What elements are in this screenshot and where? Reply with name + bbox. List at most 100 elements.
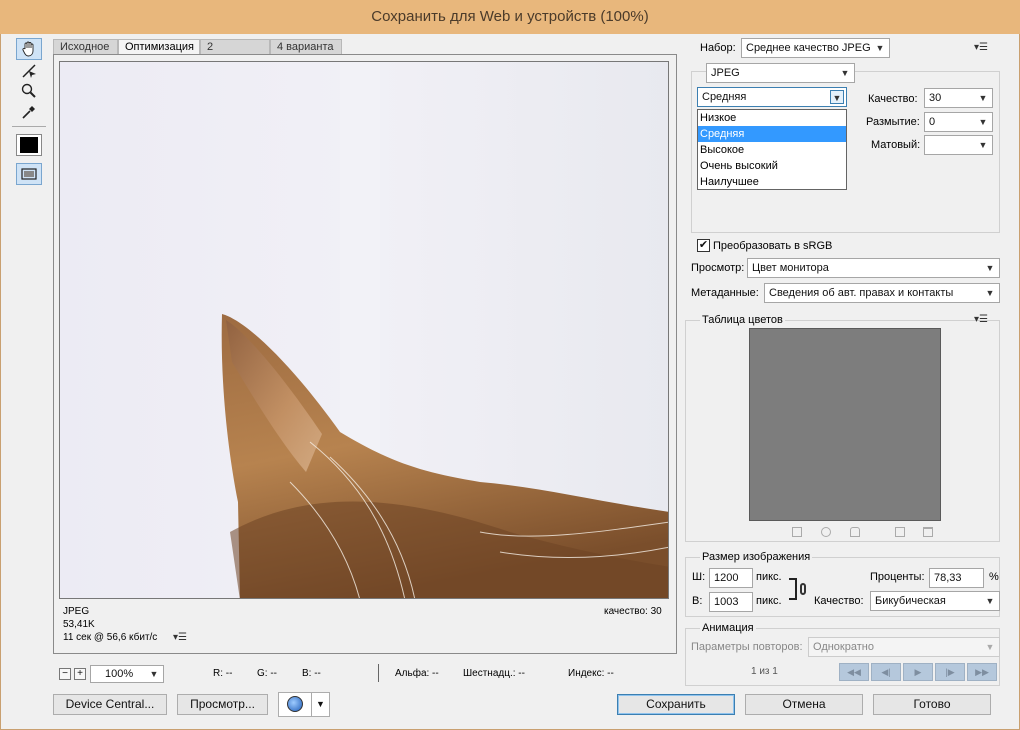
loop-label: Параметры повторов: bbox=[691, 641, 803, 653]
percent-label: Проценты: bbox=[870, 571, 925, 583]
preview-mode-label: Просмотр: bbox=[691, 262, 745, 274]
eyedropper-tool-icon[interactable] bbox=[16, 101, 42, 123]
browser-globe-icon bbox=[287, 696, 303, 712]
width-label: Ш: bbox=[692, 571, 706, 583]
web-shift-icon[interactable] bbox=[821, 527, 831, 537]
tab-2-up[interactable]: 2 варианта bbox=[200, 39, 270, 67]
chevron-down-icon: ▼ bbox=[985, 596, 995, 606]
quality-level-value: Средняя bbox=[702, 91, 747, 103]
window-title: Сохранить для Web и устройств (100%) bbox=[371, 8, 649, 25]
slice-select-tool-icon[interactable] bbox=[16, 60, 42, 82]
preset-select[interactable]: Среднее качество JPEG ▼ bbox=[741, 38, 890, 58]
cancel-button[interactable]: Отмена bbox=[745, 694, 863, 715]
lock-color-icon[interactable] bbox=[850, 527, 860, 537]
loop-value: Однократно bbox=[813, 641, 874, 653]
readout-r: R: -- bbox=[213, 668, 233, 679]
height-unit: пикс. bbox=[756, 595, 782, 607]
new-color-icon[interactable] bbox=[895, 527, 905, 537]
preview-quality: качество: 30 bbox=[604, 606, 662, 617]
image-preview[interactable] bbox=[59, 61, 669, 599]
optimize-menu-icon[interactable]: ▾☰ bbox=[974, 42, 988, 53]
hand-tool-icon[interactable] bbox=[16, 38, 42, 60]
play-button[interactable]: ▶ bbox=[903, 663, 933, 681]
toggle-slices-icon[interactable] bbox=[16, 163, 42, 185]
chevron-down-icon: ▼ bbox=[985, 642, 995, 652]
width-input[interactable]: 1200 bbox=[709, 568, 753, 588]
option-medium[interactable]: Средняя bbox=[698, 126, 846, 142]
option-low[interactable]: Низкое bbox=[698, 110, 846, 126]
preview-mode-value: Цвет монитора bbox=[752, 262, 829, 274]
eyedropper-color-swatch[interactable] bbox=[16, 134, 42, 156]
image-size-title: Размер изображения bbox=[700, 551, 813, 563]
next-frame-button[interactable]: |▶ bbox=[935, 663, 965, 681]
readout-g: G: -- bbox=[257, 668, 277, 679]
blur-label: Размытие: bbox=[866, 116, 920, 128]
first-frame-button[interactable]: ◀◀ bbox=[839, 663, 869, 681]
resample-select[interactable]: Бикубическая ▼ bbox=[870, 591, 1000, 611]
percent-unit: % bbox=[989, 571, 999, 583]
readout-hex: Шестнадц.: -- bbox=[463, 668, 525, 679]
preview-download-time: 11 сек @ 56,6 кбит/с bbox=[63, 632, 158, 643]
quality-level-select[interactable]: Средняя ▼ bbox=[697, 87, 847, 107]
preview-format: JPEG bbox=[63, 606, 90, 617]
zoom-value: 100% bbox=[105, 668, 134, 680]
chevron-down-icon: ▼ bbox=[978, 140, 988, 150]
quality-input[interactable]: 30 ▼ bbox=[924, 88, 993, 108]
last-frame-button[interactable]: ▶▶ bbox=[967, 663, 997, 681]
percent-input[interactable]: 78,33 bbox=[929, 568, 984, 588]
chevron-down-icon: ▼ bbox=[830, 90, 844, 104]
preview-filesize: 53,41K bbox=[63, 619, 95, 630]
srgb-checkbox[interactable]: ✔ bbox=[697, 239, 710, 252]
height-input[interactable]: 1003 bbox=[709, 592, 753, 612]
color-swatch-black bbox=[20, 137, 38, 153]
preview-mode-select[interactable]: Цвет монитора ▼ bbox=[747, 258, 1000, 278]
color-table-menu-icon[interactable]: ▾☰ bbox=[974, 314, 988, 325]
animation-title: Анимация bbox=[700, 622, 756, 634]
chevron-down-icon: ▼ bbox=[149, 669, 159, 679]
blur-input[interactable]: 0 ▼ bbox=[924, 112, 993, 132]
chevron-down-icon: ▼ bbox=[875, 43, 885, 53]
save-button[interactable]: Сохранить bbox=[617, 694, 735, 715]
zoom-out-button[interactable]: − bbox=[59, 668, 71, 680]
readout-alpha: Альфа: -- bbox=[395, 668, 439, 679]
option-high[interactable]: Высокое bbox=[698, 142, 846, 158]
prev-frame-button[interactable]: ◀| bbox=[871, 663, 901, 681]
blur-value: 0 bbox=[929, 116, 936, 128]
chevron-down-icon: ▼ bbox=[311, 693, 329, 716]
tab-4-up[interactable]: 4 варианта bbox=[270, 39, 342, 54]
browser-preview-button[interactable]: ▼ bbox=[278, 692, 330, 717]
chevron-down-icon: ▼ bbox=[978, 93, 988, 103]
link-bracket bbox=[789, 578, 797, 600]
chevron-down-icon: ▼ bbox=[978, 117, 988, 127]
quality-label: Качество: bbox=[868, 93, 918, 105]
constrain-link-icon[interactable] bbox=[800, 583, 806, 595]
delete-color-icon[interactable] bbox=[923, 527, 933, 537]
option-very-high[interactable]: Очень высокий bbox=[698, 158, 846, 174]
format-select[interactable]: JPEG ▼ bbox=[706, 63, 855, 83]
preset-label: Набор: bbox=[700, 42, 736, 54]
zoom-in-button[interactable]: + bbox=[74, 668, 86, 680]
title-bar: Сохранить для Web и устройств (100%) bbox=[0, 0, 1020, 34]
tab-optimized[interactable]: Оптимизация bbox=[118, 39, 200, 54]
zoom-select[interactable]: 100% ▼ bbox=[90, 665, 164, 683]
map-transparent-icon[interactable] bbox=[792, 527, 802, 537]
preview-menu-icon[interactable]: ▾☰ bbox=[173, 632, 187, 643]
metadata-select[interactable]: Сведения об авт. правах и контакты ▼ bbox=[764, 283, 1000, 303]
matte-select[interactable]: ▼ bbox=[924, 135, 993, 155]
height-label: В: bbox=[692, 595, 703, 607]
preview-button[interactable]: Просмотр... bbox=[177, 694, 268, 715]
option-maximum[interactable]: Наилучшее bbox=[698, 174, 846, 190]
zoom-tool-icon[interactable] bbox=[16, 80, 42, 102]
loop-select[interactable]: Однократно ▼ bbox=[808, 637, 1000, 657]
frame-counter: 1 из 1 bbox=[751, 666, 778, 677]
cat-ear-image bbox=[60, 62, 668, 598]
quality-value: 30 bbox=[929, 92, 942, 104]
color-table-swatches[interactable] bbox=[749, 328, 941, 521]
tab-original[interactable]: Исходное bbox=[53, 39, 118, 54]
device-central-button[interactable]: Device Central... bbox=[53, 694, 167, 715]
width-value: 1200 bbox=[714, 572, 739, 584]
height-value: 1003 bbox=[714, 596, 739, 608]
status-divider bbox=[378, 664, 379, 682]
done-button[interactable]: Готово bbox=[873, 694, 991, 715]
color-table-title: Таблица цветов bbox=[700, 314, 785, 326]
